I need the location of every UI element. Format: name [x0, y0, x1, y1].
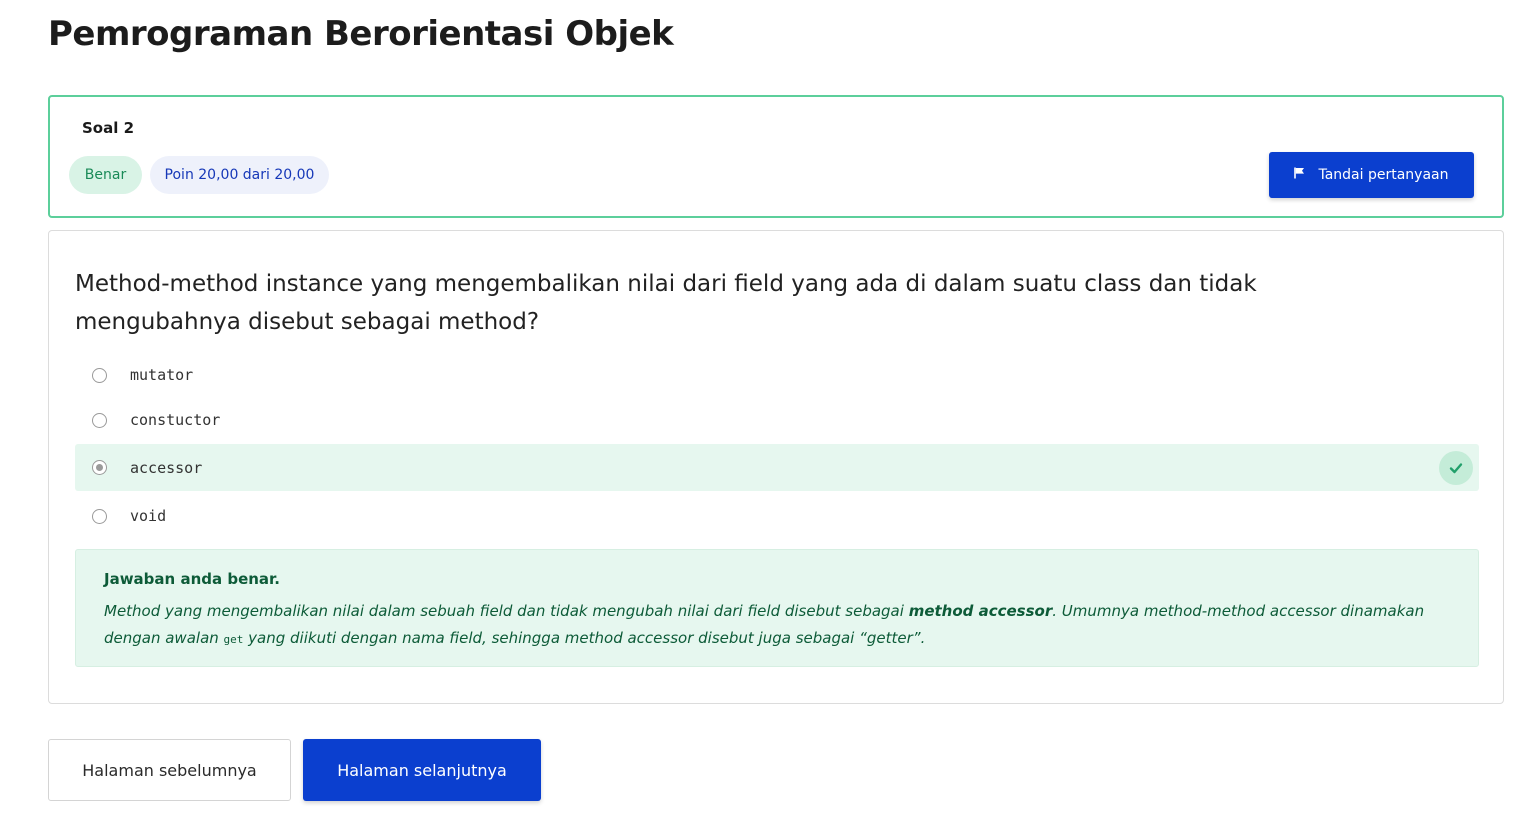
feedback-box: Jawaban anda benar. Method yang mengemba… — [75, 549, 1479, 667]
flag-question-label: Tandai pertanyaan — [1318, 167, 1449, 183]
question-card: Method-method instance yang mengembalika… — [48, 230, 1504, 704]
flag-icon — [1294, 167, 1306, 183]
feedback-body: Method yang mengembalikan nilai dalam se… — [104, 598, 1464, 653]
option-label: constuctor — [130, 411, 221, 429]
previous-page-button[interactable]: Halaman sebelumnya — [48, 739, 291, 801]
option-label: void — [130, 507, 167, 525]
page-title: Pemrograman Berorientasi Objek — [48, 14, 674, 54]
answer-option-accessor[interactable]: accessor — [75, 444, 1479, 491]
answer-option-constuctor[interactable]: constuctor — [75, 397, 1479, 443]
question-number: Soal 2 — [82, 119, 135, 137]
feedback-bold-term: method accessor — [908, 602, 1053, 620]
flag-question-button[interactable]: Tandai pertanyaan — [1269, 152, 1474, 198]
feedback-title: Jawaban anda benar. — [104, 570, 280, 588]
feedback-text: Method yang mengembalikan nilai dalam se… — [104, 602, 909, 620]
feedback-code: get — [223, 633, 244, 646]
status-badge: Benar — [69, 156, 142, 194]
option-label: mutator — [130, 366, 194, 384]
points-badge: Poin 20,00 dari 20,00 — [150, 156, 329, 194]
radio-icon[interactable] — [92, 460, 107, 475]
next-page-button[interactable]: Halaman selanjutnya — [303, 739, 541, 801]
radio-icon[interactable] — [92, 508, 107, 524]
radio-icon[interactable] — [92, 412, 107, 428]
feedback-text: yang diikuti dengan nama field, sehingga… — [243, 629, 926, 647]
question-text: Method-method instance yang mengembalika… — [75, 271, 1257, 335]
option-label: accessor — [130, 458, 203, 477]
answer-option-void[interactable]: void — [75, 493, 1479, 539]
answer-option-mutator[interactable]: mutator — [75, 352, 1479, 398]
question-info-card: Soal 2 Benar Poin 20,00 dari 20,00 Tanda… — [48, 95, 1504, 218]
radio-icon[interactable] — [92, 367, 107, 383]
check-icon — [1439, 451, 1473, 485]
